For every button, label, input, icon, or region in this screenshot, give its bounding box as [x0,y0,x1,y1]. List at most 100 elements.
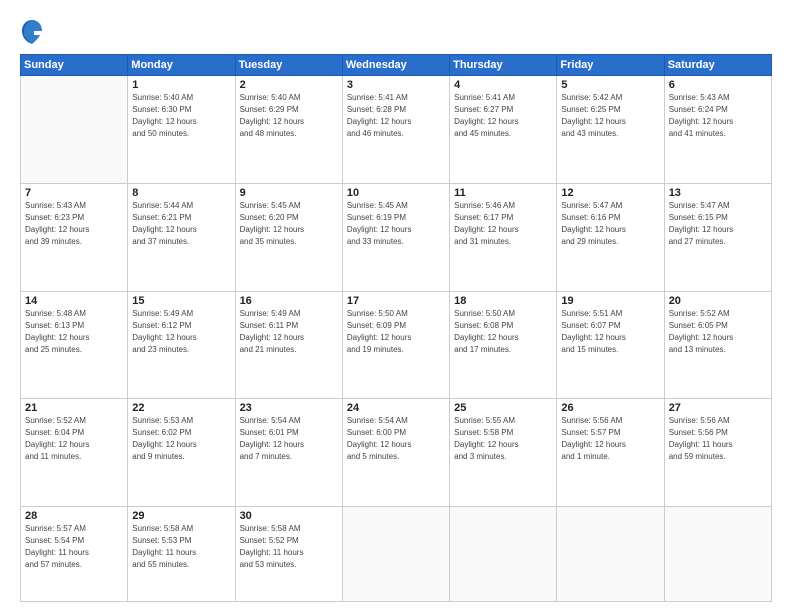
day-number: 17 [347,295,445,307]
day-number: 30 [240,510,338,522]
calendar-cell: 17Sunrise: 5:50 AM Sunset: 6:09 PM Dayli… [342,291,449,399]
day-number: 21 [25,402,123,414]
calendar-cell: 11Sunrise: 5:46 AM Sunset: 6:17 PM Dayli… [450,183,557,291]
day-number: 7 [25,187,123,199]
calendar-cell: 10Sunrise: 5:45 AM Sunset: 6:19 PM Dayli… [342,183,449,291]
day-info: Sunrise: 5:44 AM Sunset: 6:21 PM Dayligh… [132,200,230,248]
calendar-cell [557,507,664,602]
calendar-table: SundayMondayTuesdayWednesdayThursdayFrid… [20,54,772,602]
calendar-cell: 20Sunrise: 5:52 AM Sunset: 6:05 PM Dayli… [664,291,771,399]
day-info: Sunrise: 5:54 AM Sunset: 6:00 PM Dayligh… [347,415,445,463]
day-number: 4 [454,79,552,91]
week-row-4: 21Sunrise: 5:52 AM Sunset: 6:04 PM Dayli… [21,399,772,507]
day-info: Sunrise: 5:52 AM Sunset: 6:04 PM Dayligh… [25,415,123,463]
day-number: 10 [347,187,445,199]
weekday-header-monday: Monday [128,55,235,76]
day-info: Sunrise: 5:51 AM Sunset: 6:07 PM Dayligh… [561,308,659,356]
day-number: 5 [561,79,659,91]
calendar-cell: 16Sunrise: 5:49 AM Sunset: 6:11 PM Dayli… [235,291,342,399]
day-number: 14 [25,295,123,307]
calendar-cell: 15Sunrise: 5:49 AM Sunset: 6:12 PM Dayli… [128,291,235,399]
calendar-cell [664,507,771,602]
day-number: 13 [669,187,767,199]
calendar-cell: 5Sunrise: 5:42 AM Sunset: 6:25 PM Daylig… [557,76,664,184]
calendar-cell: 14Sunrise: 5:48 AM Sunset: 6:13 PM Dayli… [21,291,128,399]
day-info: Sunrise: 5:53 AM Sunset: 6:02 PM Dayligh… [132,415,230,463]
calendar-cell: 13Sunrise: 5:47 AM Sunset: 6:15 PM Dayli… [664,183,771,291]
day-number: 1 [132,79,230,91]
calendar-cell: 18Sunrise: 5:50 AM Sunset: 6:08 PM Dayli… [450,291,557,399]
day-info: Sunrise: 5:48 AM Sunset: 6:13 PM Dayligh… [25,308,123,356]
day-info: Sunrise: 5:49 AM Sunset: 6:11 PM Dayligh… [240,308,338,356]
calendar-cell [21,76,128,184]
day-number: 25 [454,402,552,414]
day-number: 3 [347,79,445,91]
day-number: 26 [561,402,659,414]
day-info: Sunrise: 5:47 AM Sunset: 6:15 PM Dayligh… [669,200,767,248]
calendar-cell: 2Sunrise: 5:40 AM Sunset: 6:29 PM Daylig… [235,76,342,184]
day-number: 16 [240,295,338,307]
calendar-cell [450,507,557,602]
weekday-header-wednesday: Wednesday [342,55,449,76]
day-number: 8 [132,187,230,199]
calendar-cell: 26Sunrise: 5:56 AM Sunset: 5:57 PM Dayli… [557,399,664,507]
day-info: Sunrise: 5:57 AM Sunset: 5:54 PM Dayligh… [25,523,123,571]
weekday-header-thursday: Thursday [450,55,557,76]
week-row-1: 1Sunrise: 5:40 AM Sunset: 6:30 PM Daylig… [21,76,772,184]
calendar-cell: 21Sunrise: 5:52 AM Sunset: 6:04 PM Dayli… [21,399,128,507]
calendar-cell: 28Sunrise: 5:57 AM Sunset: 5:54 PM Dayli… [21,507,128,602]
day-info: Sunrise: 5:41 AM Sunset: 6:27 PM Dayligh… [454,92,552,140]
day-info: Sunrise: 5:45 AM Sunset: 6:19 PM Dayligh… [347,200,445,248]
weekday-header-sunday: Sunday [21,55,128,76]
day-info: Sunrise: 5:52 AM Sunset: 6:05 PM Dayligh… [669,308,767,356]
day-info: Sunrise: 5:47 AM Sunset: 6:16 PM Dayligh… [561,200,659,248]
page-header [20,18,772,46]
calendar-cell: 24Sunrise: 5:54 AM Sunset: 6:00 PM Dayli… [342,399,449,507]
day-info: Sunrise: 5:49 AM Sunset: 6:12 PM Dayligh… [132,308,230,356]
day-number: 6 [669,79,767,91]
day-number: 22 [132,402,230,414]
calendar-cell: 25Sunrise: 5:55 AM Sunset: 5:58 PM Dayli… [450,399,557,507]
day-info: Sunrise: 5:46 AM Sunset: 6:17 PM Dayligh… [454,200,552,248]
day-info: Sunrise: 5:43 AM Sunset: 6:24 PM Dayligh… [669,92,767,140]
week-row-3: 14Sunrise: 5:48 AM Sunset: 6:13 PM Dayli… [21,291,772,399]
day-info: Sunrise: 5:40 AM Sunset: 6:30 PM Dayligh… [132,92,230,140]
day-info: Sunrise: 5:56 AM Sunset: 5:57 PM Dayligh… [561,415,659,463]
day-info: Sunrise: 5:58 AM Sunset: 5:52 PM Dayligh… [240,523,338,571]
logo [20,18,48,46]
weekday-header-friday: Friday [557,55,664,76]
calendar-cell: 6Sunrise: 5:43 AM Sunset: 6:24 PM Daylig… [664,76,771,184]
day-info: Sunrise: 5:45 AM Sunset: 6:20 PM Dayligh… [240,200,338,248]
calendar-cell [342,507,449,602]
day-info: Sunrise: 5:40 AM Sunset: 6:29 PM Dayligh… [240,92,338,140]
calendar-cell: 19Sunrise: 5:51 AM Sunset: 6:07 PM Dayli… [557,291,664,399]
day-number: 9 [240,187,338,199]
day-number: 12 [561,187,659,199]
logo-icon [20,18,44,46]
week-row-5: 28Sunrise: 5:57 AM Sunset: 5:54 PM Dayli… [21,507,772,602]
day-number: 28 [25,510,123,522]
day-info: Sunrise: 5:58 AM Sunset: 5:53 PM Dayligh… [132,523,230,571]
calendar-cell: 3Sunrise: 5:41 AM Sunset: 6:28 PM Daylig… [342,76,449,184]
calendar-cell: 7Sunrise: 5:43 AM Sunset: 6:23 PM Daylig… [21,183,128,291]
weekday-header-row: SundayMondayTuesdayWednesdayThursdayFrid… [21,55,772,76]
calendar-cell: 22Sunrise: 5:53 AM Sunset: 6:02 PM Dayli… [128,399,235,507]
calendar-cell: 9Sunrise: 5:45 AM Sunset: 6:20 PM Daylig… [235,183,342,291]
calendar-cell: 30Sunrise: 5:58 AM Sunset: 5:52 PM Dayli… [235,507,342,602]
calendar-cell: 12Sunrise: 5:47 AM Sunset: 6:16 PM Dayli… [557,183,664,291]
day-number: 27 [669,402,767,414]
calendar-cell: 29Sunrise: 5:58 AM Sunset: 5:53 PM Dayli… [128,507,235,602]
calendar-cell: 27Sunrise: 5:56 AM Sunset: 5:56 PM Dayli… [664,399,771,507]
weekday-header-tuesday: Tuesday [235,55,342,76]
day-number: 11 [454,187,552,199]
calendar-cell: 23Sunrise: 5:54 AM Sunset: 6:01 PM Dayli… [235,399,342,507]
day-number: 2 [240,79,338,91]
week-row-2: 7Sunrise: 5:43 AM Sunset: 6:23 PM Daylig… [21,183,772,291]
day-info: Sunrise: 5:41 AM Sunset: 6:28 PM Dayligh… [347,92,445,140]
day-info: Sunrise: 5:42 AM Sunset: 6:25 PM Dayligh… [561,92,659,140]
day-number: 20 [669,295,767,307]
day-number: 18 [454,295,552,307]
calendar-cell: 1Sunrise: 5:40 AM Sunset: 6:30 PM Daylig… [128,76,235,184]
day-number: 23 [240,402,338,414]
calendar-cell: 8Sunrise: 5:44 AM Sunset: 6:21 PM Daylig… [128,183,235,291]
